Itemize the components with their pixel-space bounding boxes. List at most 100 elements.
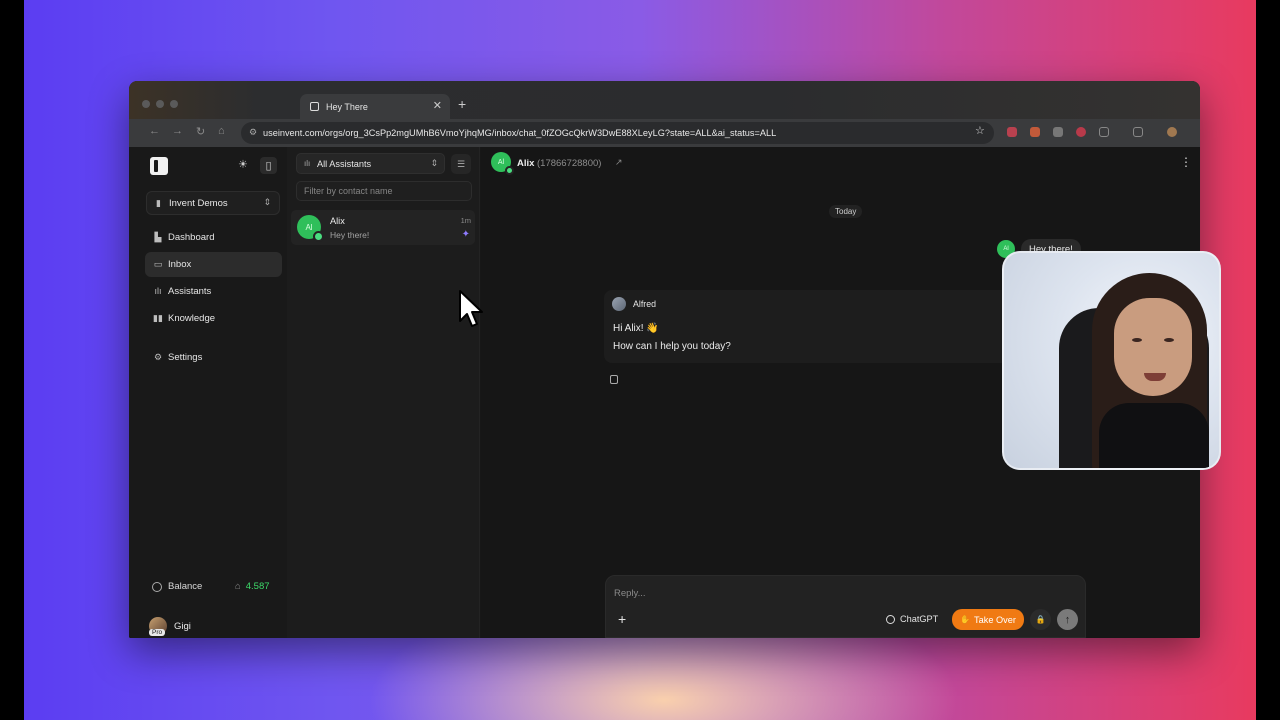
sidebar-item-dashboard[interactable]: ▙ Dashboard (145, 225, 282, 250)
openai-icon (886, 614, 895, 624)
browser-tab[interactable]: Hey There ✕ (300, 94, 450, 119)
contact-name: Alix (517, 158, 535, 169)
add-attachment-icon[interactable]: + (618, 611, 626, 627)
bookmark-star-icon[interactable]: ☆ (975, 124, 985, 137)
extensions-puzzle-icon[interactable] (1099, 127, 1109, 137)
conversation-list: ılı All Assistants ⇕ ☰ Al Alix Hey there… (287, 147, 480, 638)
theme-toggle-sun-icon[interactable]: ☀ (238, 158, 248, 171)
take-over-label: Take Over (974, 614, 1016, 625)
balance-label: Balance (152, 581, 202, 592)
presenter-face (1114, 298, 1192, 396)
contact-phone: (17866728800) (537, 158, 602, 169)
forward-icon[interactable]: → (172, 125, 183, 137)
assistant-name: Alfred (633, 299, 656, 309)
reply-input[interactable] (614, 585, 914, 601)
window-minimize-dot[interactable] (156, 100, 164, 108)
balance-text: Balance (168, 581, 203, 592)
extension-icon[interactable] (1030, 127, 1040, 137)
chevron-updown-icon: ⇕ (430, 158, 438, 168)
sidebar-item-knowledge[interactable]: ▮▮ Knowledge (145, 306, 282, 331)
browser-tabbar: Hey There ✕ + (129, 81, 1200, 119)
address-bar[interactable]: ⚙ useinvent.com/orgs/org_3CsPp2mgUMhB6Vm… (241, 122, 994, 144)
avatar: Al (297, 215, 324, 242)
window-close-dot[interactable] (142, 100, 150, 108)
presenter-eye (1132, 338, 1142, 342)
sidebar-item-label: Dashboard (168, 232, 215, 243)
avatar-initials: Al (1003, 246, 1009, 252)
assistant-filter-select[interactable]: ılı All Assistants ⇕ (296, 153, 445, 174)
lock-button[interactable]: 🔒 (1030, 609, 1051, 630)
avatar-initials: Al (305, 222, 313, 232)
sidebar-item-settings[interactable]: ⚙ Settings (145, 345, 282, 370)
presenter-eye (1164, 338, 1174, 342)
date-separator: Today (829, 205, 863, 218)
avatar-initials: Al (497, 158, 505, 166)
sidebar-item-inbox[interactable]: ▭ Inbox (145, 252, 282, 277)
browser-toolbar: ← → ↻ ⌂ ⚙ useinvent.com/orgs/org_3CsPp2m… (129, 119, 1200, 147)
site-info-icon[interactable]: ⚙ (249, 127, 257, 138)
wallet-icon: ⌂ (235, 581, 241, 592)
filter-options-button[interactable]: ☰ (451, 154, 471, 174)
whatsapp-badge-icon (505, 166, 514, 175)
message-line: How can I help you today? (613, 341, 731, 352)
app-logo-icon[interactable] (150, 157, 168, 175)
chat-timestamp: 1m (460, 216, 471, 225)
sidebar-item-label: Inbox (168, 259, 192, 270)
tab-title: Hey There (326, 101, 368, 112)
chat-contact-name: Alix (330, 216, 345, 226)
plan-badge: Pro (149, 629, 166, 636)
reload-icon[interactable]: ↻ (196, 125, 205, 138)
lock-icon: 🔒 (1035, 615, 1046, 624)
sidebar-item-label: Settings (168, 352, 203, 363)
collapse-sidebar-icon[interactable]: ▯ (260, 157, 277, 174)
waveform-icon: ılı (304, 159, 311, 168)
letterbox-right (1256, 0, 1280, 720)
sidebar: ☀ ▯ ▮ Invent Demos ⇕ ▙ Dashboard ▭ Inbox… (129, 147, 287, 638)
inbox-icon: ▭ (153, 259, 163, 269)
model-selector-button[interactable]: ChatGPT (886, 614, 938, 624)
ai-sparkle-icon: ✦ (461, 229, 470, 240)
letterbox-left (0, 0, 24, 720)
org-name: Invent Demos (169, 197, 228, 209)
send-button[interactable]: ↑ (1057, 609, 1078, 630)
webcam-overlay (1002, 251, 1221, 470)
building-icon: ▮ (156, 198, 161, 208)
list-item[interactable]: Al Alix Hey there! 1m ✦ (291, 210, 475, 245)
assistant-filter-value: All Assistants (317, 158, 372, 169)
coin-icon (152, 581, 162, 592)
avatar (612, 297, 626, 311)
extension-icon[interactable] (1053, 127, 1063, 137)
sidebar-item-assistants[interactable]: ılı Assistants (145, 279, 282, 304)
balance-amount: 4.587 (245, 581, 270, 592)
more-menu-icon[interactable]: ⋮ (1180, 155, 1192, 169)
external-link-icon[interactable]: ↗ (615, 157, 623, 168)
dashboard-icon: ▙ (154, 232, 162, 242)
presenter-shirt (1099, 403, 1209, 468)
user-name: Gigi (174, 620, 191, 632)
whatsapp-badge-icon (313, 231, 324, 242)
copy-icon[interactable] (610, 375, 618, 384)
new-tab-icon[interactable]: + (458, 96, 466, 112)
profile-avatar-icon[interactable] (1167, 127, 1177, 137)
home-icon[interactable]: ⌂ (218, 125, 225, 137)
sidebar-item-label: Assistants (168, 286, 212, 297)
avatar[interactable]: Al (491, 152, 514, 175)
model-label: ChatGPT (900, 614, 939, 624)
waveform-icon: ılı (154, 286, 162, 296)
side-panel-icon[interactable] (1133, 127, 1143, 137)
window-zoom-dot[interactable] (170, 100, 178, 108)
url-text: useinvent.com/orgs/org_3CsPp2mgUMhB6VmoY… (263, 128, 777, 138)
tab-close-icon[interactable]: ✕ (433, 99, 442, 112)
chat-preview: Hey there! (330, 230, 370, 240)
balance-value[interactable]: ⌂ 4.587 (235, 581, 270, 592)
message-line: Hi Alix! 👋 (613, 323, 659, 334)
extension-icon[interactable] (1007, 127, 1017, 137)
extension-icon[interactable] (1076, 127, 1086, 137)
contact-search-input[interactable] (296, 181, 472, 201)
arrow-up-icon: ↑ (1064, 613, 1071, 626)
sidebar-item-label: Knowledge (168, 313, 216, 324)
take-over-button[interactable]: ✋ Take Over (952, 609, 1024, 630)
org-selector[interactable]: ▮ Invent Demos ⇕ (146, 191, 280, 215)
back-icon[interactable]: ← (149, 125, 160, 137)
mouse-pointer-icon (459, 290, 483, 327)
